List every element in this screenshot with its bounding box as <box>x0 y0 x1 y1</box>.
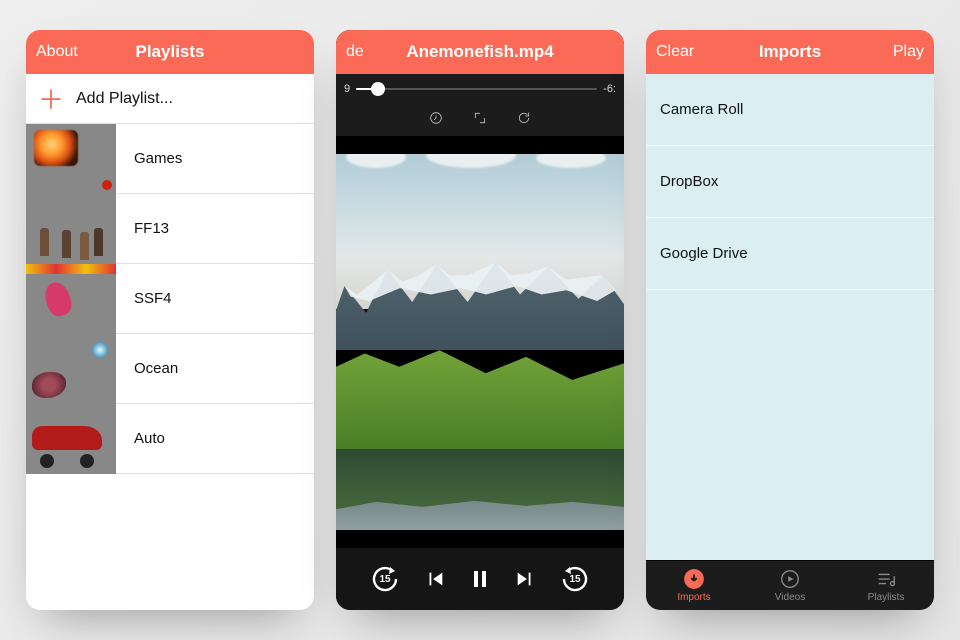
secondary-controls <box>336 104 624 136</box>
pause-button[interactable] <box>468 567 492 591</box>
import-source-label: DropBox <box>660 173 718 190</box>
thumb-auto <box>26 404 116 474</box>
seek-knob[interactable] <box>371 82 385 96</box>
time-remaining: -6: <box>603 83 616 95</box>
import-source-dropbox[interactable]: DropBox <box>646 146 934 218</box>
playlist-label: Auto <box>116 430 165 447</box>
import-source-google-drive[interactable]: Google Drive <box>646 218 934 290</box>
add-playlist-row[interactable]: ＋ Add Playlist... <box>26 74 314 124</box>
fullscreen-icon[interactable] <box>472 110 488 131</box>
playlist-row-games[interactable]: Games <box>26 124 314 194</box>
tab-videos[interactable]: Videos <box>742 561 838 610</box>
playlist-row-auto[interactable]: Auto <box>26 404 314 474</box>
playlist-row-ff13[interactable]: FF13 <box>26 194 314 264</box>
thumb-ocean <box>26 334 116 404</box>
skip-back-15-button[interactable]: 15 <box>368 562 402 596</box>
nav-title-playlists: Playlists <box>136 42 205 62</box>
playlist-label: Ocean <box>116 360 178 377</box>
tab-label: Playlists <box>868 592 905 603</box>
seek-slider[interactable] <box>356 88 597 90</box>
nav-left-truncated[interactable]: de <box>346 43 386 61</box>
play-circle-icon <box>779 568 801 590</box>
skip-back-amount: 15 <box>368 562 402 596</box>
nav-right-play[interactable]: Play <box>884 43 924 61</box>
tab-label: Videos <box>775 592 805 603</box>
video-still-landscape <box>336 136 624 548</box>
loop-icon[interactable] <box>428 110 444 131</box>
nav-left-about[interactable]: About <box>36 43 78 61</box>
skip-fwd-15-button[interactable]: 15 <box>558 562 592 596</box>
time-elapsed: 9 <box>344 83 350 95</box>
plus-icon: ＋ <box>26 80 76 117</box>
playlist-row-ssf4[interactable]: SSF4 <box>26 264 314 334</box>
thumb-games <box>26 124 116 194</box>
tab-bar: Imports Videos Playlists <box>646 560 934 610</box>
navbar-imports: Clear Imports Play <box>646 30 934 74</box>
thumb-ssf4 <box>26 264 116 334</box>
navbar-player: de Anemonefish.mp4 <box>336 30 624 74</box>
playlist-label: FF13 <box>116 220 169 237</box>
playback-bar: 15 15 <box>336 548 624 610</box>
nav-title-filename: Anemonefish.mp4 <box>406 42 553 62</box>
skip-fwd-amount: 15 <box>558 562 592 596</box>
nav-title-imports: Imports <box>759 42 821 62</box>
import-source-label: Camera Roll <box>660 101 743 118</box>
navbar-playlists: About Playlists <box>26 30 314 74</box>
tab-label: Imports <box>677 592 710 603</box>
playlist-row-ocean[interactable]: Ocean <box>26 334 314 404</box>
playlist-label: Games <box>116 150 182 167</box>
playlists-list: ＋ Add Playlist... Games FF13 SSF4 Ocean … <box>26 74 314 610</box>
import-source-label: Google Drive <box>660 245 748 262</box>
add-playlist-label: Add Playlist... <box>76 90 173 108</box>
screen-playlists: About Playlists ＋ Add Playlist... Games … <box>26 30 314 610</box>
download-icon <box>683 568 705 590</box>
prev-track-button[interactable] <box>424 568 446 590</box>
playlist-label: SSF4 <box>116 290 172 307</box>
nav-left-clear[interactable]: Clear <box>656 43 696 61</box>
import-source-camera-roll[interactable]: Camera Roll <box>646 74 934 146</box>
screen-imports: Clear Imports Play Camera Roll DropBox G… <box>646 30 934 610</box>
screen-player: de Anemonefish.mp4 9 -6: <box>336 30 624 610</box>
rotate-icon[interactable] <box>516 110 532 131</box>
tab-playlists[interactable]: Playlists <box>838 561 934 610</box>
next-track-button[interactable] <box>514 568 536 590</box>
tab-imports[interactable]: Imports <box>646 561 742 610</box>
time-bar: 9 -6: <box>336 74 624 104</box>
video-frame[interactable] <box>336 136 624 548</box>
import-sources-list: Camera Roll DropBox Google Drive <box>646 74 934 560</box>
thumb-ff13 <box>26 194 116 264</box>
playlist-icon <box>875 568 897 590</box>
